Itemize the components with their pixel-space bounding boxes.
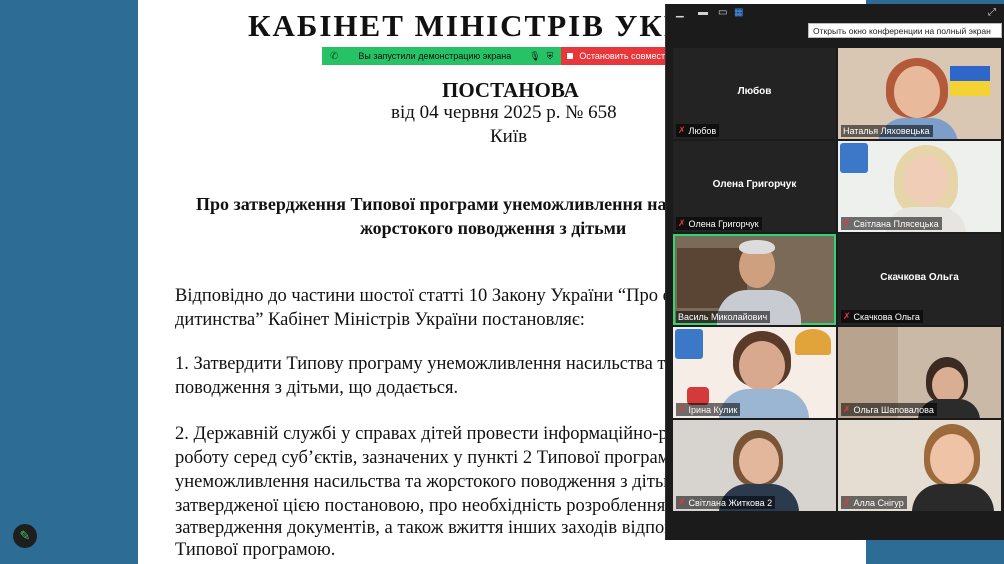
desktop-background-left [0,0,138,564]
participant-name: Наталья Ляховецька [843,126,930,136]
participant-name: Ірина Кулик [688,404,738,415]
muted-mic-icon: ✗ [678,125,686,135]
participant-tile[interactable]: Скачкова Ольга ✗ Скачкова Ольга [838,234,1001,325]
muted-mic-icon: ✗ [843,497,851,507]
document-line: Відповідно до частини шостої статті 10 З… [175,286,727,306]
phone-icon: ✆ [330,50,339,62]
school-logo [840,143,868,173]
document-line: Типової програмою. [175,540,336,560]
participant-display-name: Скачкова Ольга [880,272,959,283]
annotate-pen-icon[interactable]: ✎ [13,524,37,548]
document-line: затвердженої цією постановою, про необхі… [175,496,687,516]
fullscreen-tooltip: Открыть окно конференции на полный экран [808,23,1002,38]
participant-display-name: Олена Григорчук [712,179,797,190]
participant-name: Олена Григорчук [688,218,759,229]
document-city: Київ [490,126,528,147]
participant-name: Алла Снігур [853,497,904,508]
video-gallery-panel: ▁ ▬ ▭ ▦ ⤢ Любов ✗ Любов Наталья Ляховецьк… [665,4,1004,540]
participant-tile[interactable]: ✗ Світлана Плясецька [838,141,1001,232]
speaker-view-icon[interactable]: ▬ [698,8,708,18]
shield-icon[interactable]: ⛨ [547,51,554,62]
participant-tile[interactable]: ✗ Ірина Кулик [673,327,836,418]
participant-tile[interactable]: ✗ Ольга Шаповалова [838,327,1001,418]
participant-tile[interactable]: Олена Григорчук ✗ Олена Григорчук [673,141,836,232]
participant-name-label: ✗ Алла Снігур [841,496,907,509]
share-status-text: Вы запустили демонстрацию экрана [358,51,512,61]
document-type: ПОСТАНОВА [442,78,579,102]
participant-name-label: ✗ Любов [676,124,720,137]
participant-name: Василь Миколайович [678,312,768,322]
participant-tile[interactable]: ✗ Світлана Житкова 2 [673,420,836,511]
participant-name-label: ✗ Ольга Шаповалова [841,403,937,416]
flag-image [950,66,990,96]
document-date: від 04 червня 2025 р. № 658 [391,102,617,123]
document-line: поводження з дітьми, що додається. [175,378,459,398]
participant-name-label: Василь Миколайович [676,311,771,323]
document-line: затвердження документів, а також вжиття … [175,518,730,538]
muted-mic-icon: ✗ [843,311,851,321]
participant-name-label: Наталья Ляховецька [841,125,933,137]
participant-name: Світлана Житкова 2 [688,497,773,508]
gallery-view-icon[interactable]: ▦ [734,8,743,18]
participant-name: Ольга Шаповалова [853,404,934,415]
speaker-view-icon[interactable]: ▭ [718,8,727,18]
participant-name-label: ✗ Світлана Житкова 2 [676,496,776,509]
bells-decoration [795,329,831,355]
muted-mic-icon: ✗ [678,218,686,228]
school-logo [675,329,703,359]
screen-share-bar: ✆ Вы запустили демонстрацию экрана 🎙 ⛨ О… [322,47,752,65]
participant-tile[interactable]: ✗ Алла Снігур [838,420,1001,511]
participant-tile[interactable]: Наталья Ляховецька [838,48,1001,139]
document-subject-line-2: жорстокого поводження з дітьми [360,218,627,238]
participant-name: Любов [688,125,717,136]
muted-mic-icon: ✗ [843,404,851,414]
participant-name-label: ✗ Світлана Плясецька [841,217,942,230]
stop-icon [567,53,574,59]
fullscreen-icon[interactable]: ⤢ [988,8,996,18]
participant-name-label: ✗ Скачкова Ольга [841,310,923,323]
participant-name-label: ✗ Ірина Кулик [676,403,741,416]
panel-toolbar: ▁ ▬ ▭ ▦ ⤢ [666,4,1004,24]
muted-mic-icon: ✗ [678,497,686,507]
participant-name-label: ✗ Олена Григорчук [676,217,762,230]
participant-name: Скачкова Ольга [853,311,920,322]
muted-mic-icon: ✗ [678,404,686,414]
participant-name: Світлана Плясецька [853,218,939,229]
document-line: унеможливлення насильства та жорстокого … [175,472,690,492]
document-line: дитинства” Кабінет Міністрів України пос… [175,310,585,330]
mic-icon[interactable]: 🎙 [529,51,540,62]
participant-tile[interactable]: Любов ✗ Любов [673,48,836,139]
muted-mic-icon: ✗ [843,218,851,228]
participant-display-name: Любов [737,86,772,97]
minimize-icon[interactable]: ▁ [676,8,684,18]
participant-tile-active-speaker[interactable]: Василь Миколайович [673,234,836,325]
document-line: роботу серед суб’єктів, зазначених у пун… [175,448,680,468]
